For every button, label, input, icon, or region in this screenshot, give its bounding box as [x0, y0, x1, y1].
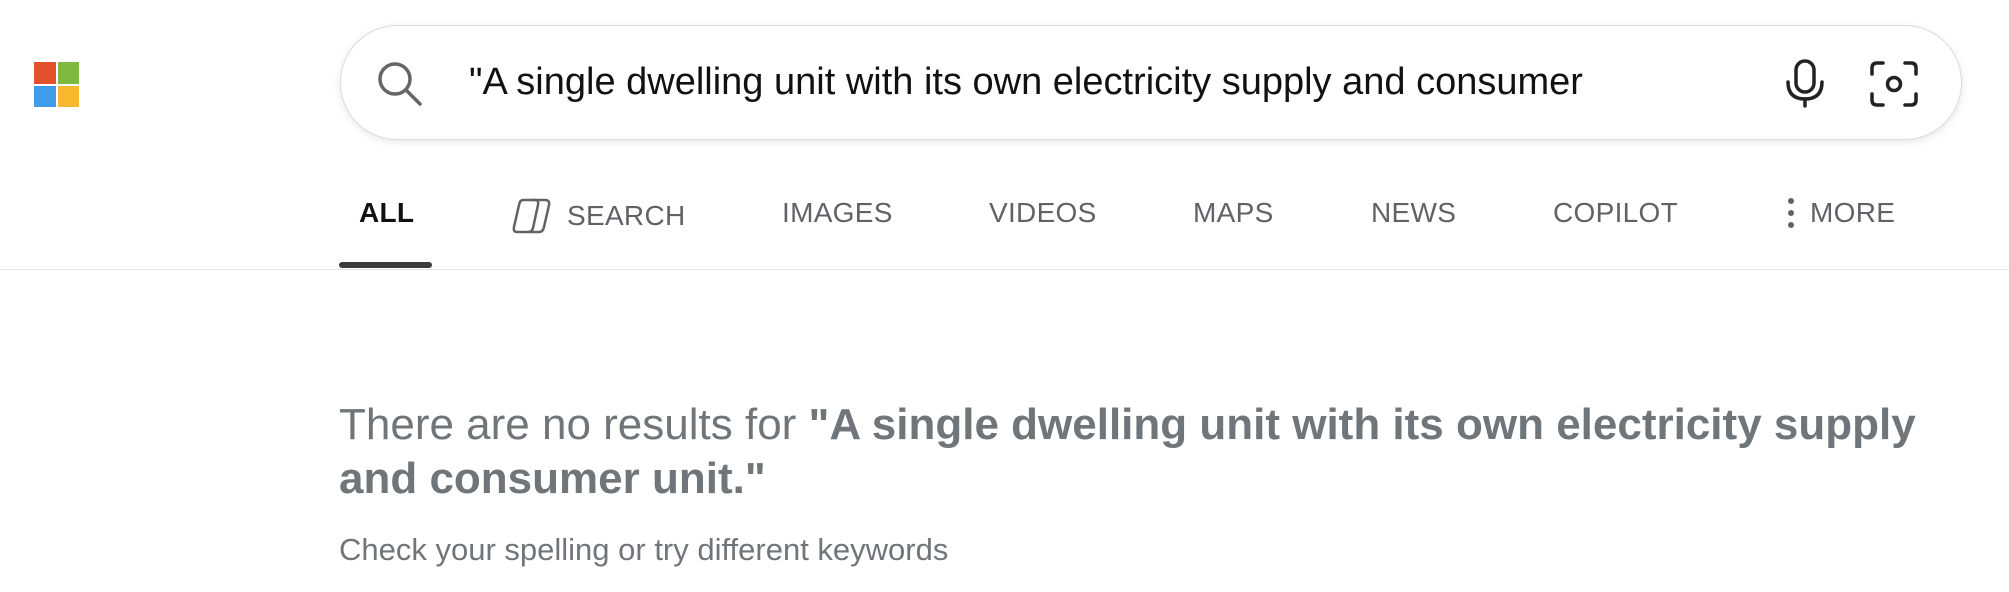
tab-news[interactable]: NEWS	[1371, 197, 1456, 229]
logo-red-square	[34, 62, 56, 84]
tab-videos-label: VIDEOS	[989, 197, 1097, 228]
tab-more[interactable]: MORE	[1786, 197, 1895, 229]
search-results-page: ALL SEARCH IMAGES VIDEOS MAPS NEWS COPIL…	[0, 0, 2009, 592]
logo-yellow-square	[57, 85, 79, 107]
spelling-hint: Check your spelling or try different key…	[339, 532, 949, 567]
tab-search[interactable]: SEARCH	[511, 197, 686, 235]
microsoft-logo[interactable]	[34, 62, 79, 107]
tab-search-label: SEARCH	[567, 200, 686, 231]
search-icon[interactable]	[375, 59, 425, 109]
microphone-icon[interactable]	[1781, 58, 1829, 108]
no-results-message: There are no results for "A single dwell…	[339, 398, 1969, 506]
tab-more-label: MORE	[1810, 197, 1896, 228]
more-vertical-icon	[1788, 198, 1794, 228]
search-tabs: ALL SEARCH IMAGES VIDEOS MAPS NEWS COPIL…	[0, 180, 2009, 270]
tab-all-label: ALL	[359, 197, 415, 228]
tab-all[interactable]: ALL	[359, 197, 414, 229]
tab-images-label: IMAGES	[782, 197, 893, 228]
tab-images[interactable]: IMAGES	[782, 197, 893, 229]
copilot-search-icon	[512, 198, 551, 234]
header-divider	[0, 269, 2009, 270]
tab-videos[interactable]: VIDEOS	[989, 197, 1097, 229]
logo-green-square	[57, 62, 79, 84]
tab-news-label: NEWS	[1371, 197, 1457, 228]
search-input[interactable]	[469, 54, 1659, 110]
search-box[interactable]	[340, 25, 1962, 140]
tab-maps-label: MAPS	[1193, 197, 1274, 228]
tab-copilot-label: COPILOT	[1553, 197, 1679, 228]
visual-search-icon[interactable]	[1869, 60, 1919, 108]
logo-blue-square	[34, 85, 56, 107]
no-results-prefix: There are no results for	[339, 400, 809, 449]
tab-maps[interactable]: MAPS	[1193, 197, 1274, 229]
tab-copilot[interactable]: COPILOT	[1553, 197, 1678, 229]
active-tab-indicator	[339, 262, 432, 268]
